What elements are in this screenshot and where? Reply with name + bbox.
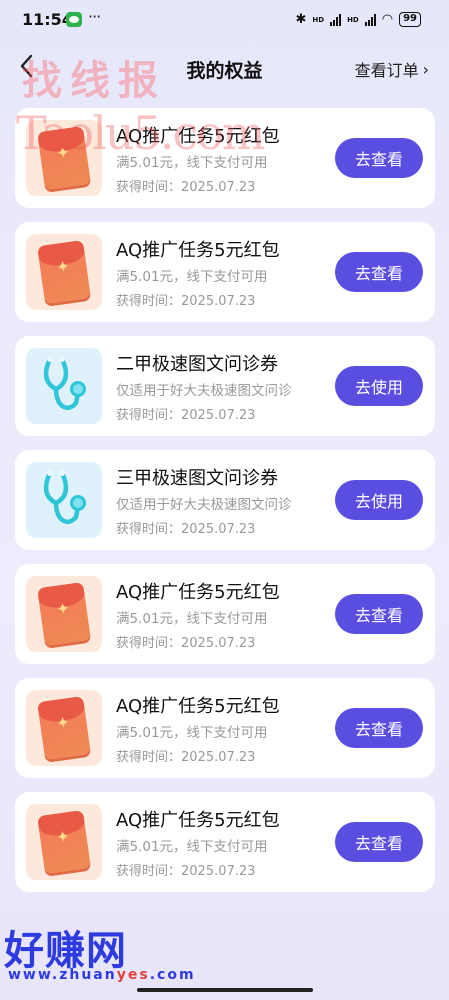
view-button[interactable]: 去查看 [335, 594, 423, 634]
benefit-card[interactable]: ✦ AQ推广任务5元红包满5.01元，线下支付可用 获得时间：2025.07.23 去… [15, 222, 435, 322]
benefit-card[interactable]: ✦ AQ推广任务5元红包满5.01元，线下支付可用 获得时间：2025.07.23 去… [15, 792, 435, 892]
benefit-title: AQ推广任务5元红包 [116, 582, 280, 603]
watermark-url-highlight: yes [116, 967, 150, 983]
more-notifications-icon: ··· [88, 7, 101, 26]
sparkle-icon: ✦ [54, 712, 71, 733]
battery-icon: 99 [399, 12, 421, 27]
view-button[interactable]: 去查看 [335, 252, 423, 292]
benefit-title: AQ推广任务5元红包 [116, 126, 280, 147]
wifi-icon: ◠ [381, 12, 394, 27]
benefit-description: 满5.01元，线下支付可用 [116, 725, 268, 741]
sparkle-icon: ✦ [54, 256, 71, 277]
envelope-shape: ✦ [37, 582, 91, 646]
red-packet-icon: ✦ [26, 234, 102, 310]
view-button[interactable]: 去查看 [335, 708, 423, 748]
red-packet-icon: ✦ [26, 576, 102, 652]
signal-2-label: HD [347, 15, 359, 24]
watermark-url-suffix: .com [149, 967, 196, 983]
benefit-card[interactable]: ✦ AQ推广任务5元红包满5.01元，线下支付可用 获得时间：2025.07.23 去… [15, 564, 435, 664]
sparkle-icon: ✦ [54, 142, 71, 163]
signal-2-icon [364, 13, 376, 26]
benefit-acquired-time: 获得时间：2025.07.23 [116, 750, 256, 765]
benefit-acquired-time: 获得时间：2025.07.23 [116, 636, 256, 651]
red-packet-icon: ✦ [26, 120, 102, 196]
status-bar: 11:54 ··· ✱ HD HD ◠ 99 [0, 0, 449, 40]
view-button[interactable]: 去查看 [335, 138, 423, 178]
watermark-url-prefix: www.zhuan [8, 967, 117, 983]
bluetooth-icon: ✱ [295, 12, 307, 27]
benefit-description: 满5.01元，线下支付可用 [116, 155, 268, 171]
envelope-shape: ✦ [37, 810, 91, 874]
envelope-shape: ✦ [37, 126, 91, 190]
home-indicator[interactable] [137, 988, 313, 992]
envelope-shape: ✦ [37, 240, 91, 304]
chevron-right-icon: › [422, 59, 429, 79]
watermark-bottom-url: www.zhuanyes.com [8, 967, 196, 983]
benefit-title: AQ推广任务5元红包 [116, 696, 280, 717]
envelope-shape: ✦ [37, 696, 91, 760]
benefit-title: 二甲极速图文问诊券 [116, 354, 278, 375]
use-button[interactable]: 去使用 [335, 366, 423, 406]
benefit-description: 满5.01元，线下支付可用 [116, 269, 268, 285]
view-button[interactable]: 去查看 [335, 822, 423, 862]
stethoscope-icon [26, 348, 102, 424]
benefit-acquired-time: 获得时间：2025.07.23 [116, 294, 256, 309]
signal-1-label: HD [312, 15, 325, 24]
red-packet-icon: ✦ [26, 804, 102, 880]
benefit-description: 仅适用于好大夫极速图文问诊 [116, 497, 292, 513]
stethoscope-shape [43, 356, 86, 410]
watermark-bottom: 好赚网 [4, 928, 127, 974]
benefit-card[interactable]: ✦ AQ推广任务5元红包满5.01元，线下支付可用 获得时间：2025.07.23 去… [15, 108, 435, 208]
view-orders-link[interactable]: 查看订单 › [355, 57, 429, 81]
benefit-acquired-time: 获得时间：2025.07.23 [116, 408, 256, 423]
benefit-acquired-time: 获得时间：2025.07.23 [116, 522, 256, 537]
wechat-icon [66, 12, 82, 27]
view-orders-label: 查看订单 [354, 61, 419, 80]
benefit-title: AQ推广任务5元红包 [116, 240, 280, 261]
benefit-description: 满5.01元，线下支付可用 [116, 839, 268, 855]
benefit-card[interactable]: ✦ AQ推广任务5元红包满5.01元，线下支付可用 获得时间：2025.07.23 去… [15, 678, 435, 778]
benefit-description: 满5.01元，线下支付可用 [116, 611, 268, 627]
benefit-acquired-time: 获得时间：2025.07.23 [116, 180, 256, 195]
benefit-card[interactable]: 二甲极速图文问诊券仅适用于好大夫极速图文问诊 获得时间：2025.07.23 去使用 [15, 336, 435, 436]
nav-bar: 我的权益 查看订单 › [0, 44, 449, 90]
sparkle-icon: ✦ [54, 598, 71, 619]
signal-1-icon [330, 13, 342, 26]
benefit-title: AQ推广任务5元红包 [116, 810, 280, 831]
stethoscope-icon [26, 462, 102, 538]
benefit-description: 仅适用于好大夫极速图文问诊 [116, 383, 292, 399]
benefit-card[interactable]: 三甲极速图文问诊券仅适用于好大夫极速图文问诊 获得时间：2025.07.23 去使用 [15, 450, 435, 550]
benefit-title: 三甲极速图文问诊券 [116, 468, 278, 489]
use-button[interactable]: 去使用 [335, 480, 423, 520]
red-packet-icon: ✦ [26, 690, 102, 766]
status-icons: ✱ HD HD ◠ 99 [295, 12, 421, 27]
stethoscope-shape [43, 470, 86, 524]
benefit-acquired-time: 获得时间：2025.07.23 [116, 864, 256, 879]
sparkle-icon: ✦ [54, 826, 71, 847]
